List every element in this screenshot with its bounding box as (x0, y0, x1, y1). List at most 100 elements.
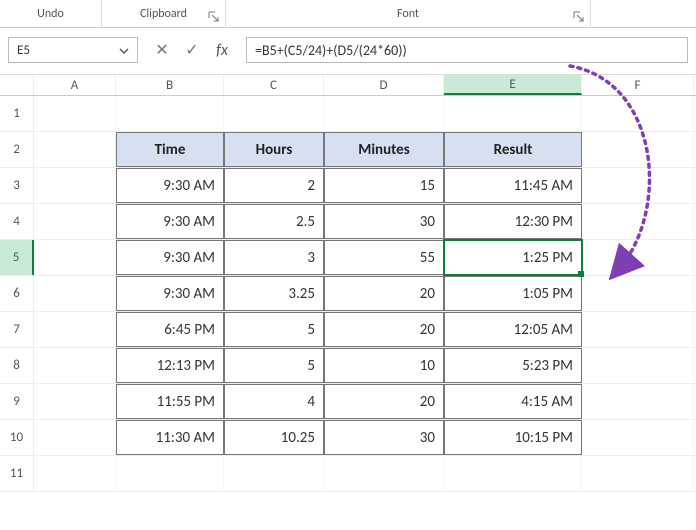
table-cell[interactable]: 55 (324, 240, 444, 275)
table-header[interactable]: Result (444, 132, 582, 167)
table-cell[interactable]: 12:05 AM (444, 312, 582, 347)
ribbon-group-font: Font (226, 0, 591, 27)
col-header-A[interactable]: A (34, 75, 116, 95)
table-cell[interactable]: 6:45 PM (116, 312, 224, 347)
table-cell[interactable]: 5:23 PM (444, 348, 582, 383)
table-cell[interactable]: 10 (324, 348, 444, 383)
cell[interactable] (116, 456, 224, 491)
table-cell[interactable]: 20 (324, 276, 444, 311)
cell[interactable] (34, 132, 116, 167)
cell[interactable] (34, 240, 116, 275)
col-header-F[interactable]: F (582, 75, 694, 95)
table-cell[interactable]: 30 (324, 420, 444, 455)
table-cell[interactable]: 9:30 AM (116, 168, 224, 203)
row-header[interactable]: 8 (0, 348, 34, 383)
table-cell[interactable]: 1:05 PM (444, 276, 582, 311)
cell[interactable] (224, 456, 324, 491)
cell[interactable] (34, 348, 116, 383)
name-box[interactable]: E5 (8, 37, 138, 63)
formula-bar: E5 ✕ ✓ fx =B5+(C5/24)+(D5/(24*60)) (0, 28, 696, 66)
cell[interactable] (34, 384, 116, 419)
cell[interactable] (444, 456, 582, 491)
row-header[interactable]: 5 (0, 240, 34, 275)
table-cell[interactable]: 10.25 (224, 420, 324, 455)
cell[interactable] (34, 276, 116, 311)
cell[interactable] (34, 456, 116, 491)
table-cell[interactable]: 2.5 (224, 204, 324, 239)
spreadsheet-grid[interactable]: A B C D E F 1 2 Time Hours Minutes Resul… (0, 74, 696, 492)
cell[interactable] (224, 96, 324, 131)
active-cell[interactable]: 1:25 PM (444, 240, 582, 275)
chevron-down-icon[interactable] (115, 42, 133, 60)
col-header-E[interactable]: E (444, 75, 582, 95)
table-cell[interactable]: 12:30 PM (444, 204, 582, 239)
cell[interactable] (34, 420, 116, 455)
col-header-D[interactable]: D (324, 75, 444, 95)
table-cell[interactable]: 20 (324, 384, 444, 419)
table-cell[interactable]: 4:15 AM (444, 384, 582, 419)
ribbon-group-clipboard: Clipboard (102, 0, 226, 27)
table-cell[interactable]: 9:30 AM (116, 204, 224, 239)
table-cell[interactable]: 3.25 (224, 276, 324, 311)
row-header[interactable]: 1 (0, 96, 34, 131)
table-cell[interactable]: 20 (324, 312, 444, 347)
row-header[interactable]: 6 (0, 276, 34, 311)
ribbon-group-clipboard-label: Clipboard (140, 7, 187, 21)
grid-row: 3 9:30 AM 2 15 11:45 AM (0, 168, 696, 204)
row-header[interactable]: 11 (0, 456, 34, 491)
table-cell[interactable]: 15 (324, 168, 444, 203)
table-header[interactable]: Minutes (324, 132, 444, 167)
dialog-launcher-icon[interactable] (572, 10, 586, 24)
cell[interactable] (324, 96, 444, 131)
cell[interactable] (582, 384, 694, 419)
cell[interactable] (34, 96, 116, 131)
table-cell[interactable]: 11:45 AM (444, 168, 582, 203)
table-cell[interactable]: 11:55 PM (116, 384, 224, 419)
table-cell[interactable]: 5 (224, 348, 324, 383)
cell[interactable] (582, 456, 694, 491)
cell[interactable] (582, 96, 694, 131)
cell[interactable] (582, 312, 694, 347)
table-cell[interactable]: 9:30 AM (116, 276, 224, 311)
cell[interactable] (582, 348, 694, 383)
cell[interactable] (34, 204, 116, 239)
enter-icon[interactable]: ✓ (182, 40, 202, 60)
cell[interactable] (34, 312, 116, 347)
table-cell[interactable]: 30 (324, 204, 444, 239)
cell[interactable] (582, 240, 694, 275)
col-header-C[interactable]: C (224, 75, 324, 95)
table-cell[interactable]: 4 (224, 384, 324, 419)
cell[interactable] (582, 204, 694, 239)
row-header[interactable]: 10 (0, 420, 34, 455)
cell[interactable] (116, 96, 224, 131)
formula-input[interactable]: =B5+(C5/24)+(D5/(24*60)) (246, 37, 688, 63)
cell[interactable] (582, 420, 694, 455)
cell[interactable] (324, 456, 444, 491)
table-cell[interactable]: 12:13 PM (116, 348, 224, 383)
table-cell[interactable]: 3 (224, 240, 324, 275)
table-cell[interactable]: 10:15 PM (444, 420, 582, 455)
cell[interactable] (582, 132, 694, 167)
row-header[interactable]: 4 (0, 204, 34, 239)
cancel-icon[interactable]: ✕ (152, 40, 172, 60)
table-cell[interactable]: 11:30 AM (116, 420, 224, 455)
table-header[interactable]: Hours (224, 132, 324, 167)
cell[interactable] (34, 168, 116, 203)
ribbon-group-undo-label: Undo (37, 7, 64, 21)
cell[interactable] (582, 168, 694, 203)
table-cell[interactable]: 2 (224, 168, 324, 203)
row-header[interactable]: 3 (0, 168, 34, 203)
select-all-corner[interactable] (0, 75, 34, 95)
row-header[interactable]: 9 (0, 384, 34, 419)
row-header[interactable]: 7 (0, 312, 34, 347)
col-header-B[interactable]: B (116, 75, 224, 95)
table-header[interactable]: Time (116, 132, 224, 167)
dialog-launcher-icon[interactable] (207, 10, 221, 24)
fx-icon[interactable]: fx (212, 41, 232, 60)
table-cell[interactable]: 5 (224, 312, 324, 347)
cell[interactable] (444, 96, 582, 131)
cell[interactable] (582, 276, 694, 311)
grid-rows: 1 2 Time Hours Minutes Result 3 9:30 AM … (0, 96, 696, 492)
table-cell[interactable]: 9:30 AM (116, 240, 224, 275)
row-header[interactable]: 2 (0, 132, 34, 167)
